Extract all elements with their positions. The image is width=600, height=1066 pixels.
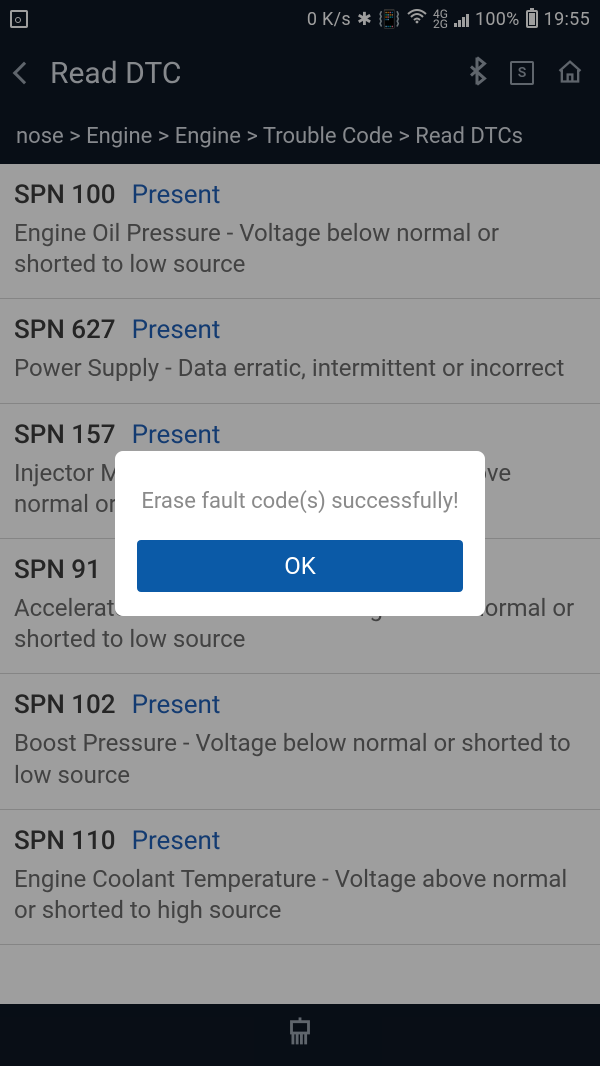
ok-button[interactable]: OK <box>137 540 463 592</box>
dialog-message: Erase fault code(s) successfully! <box>137 489 463 514</box>
erase-success-dialog: Erase fault code(s) successfully! OK <box>115 451 485 616</box>
modal-overlay: Erase fault code(s) successfully! OK <box>0 0 600 1066</box>
